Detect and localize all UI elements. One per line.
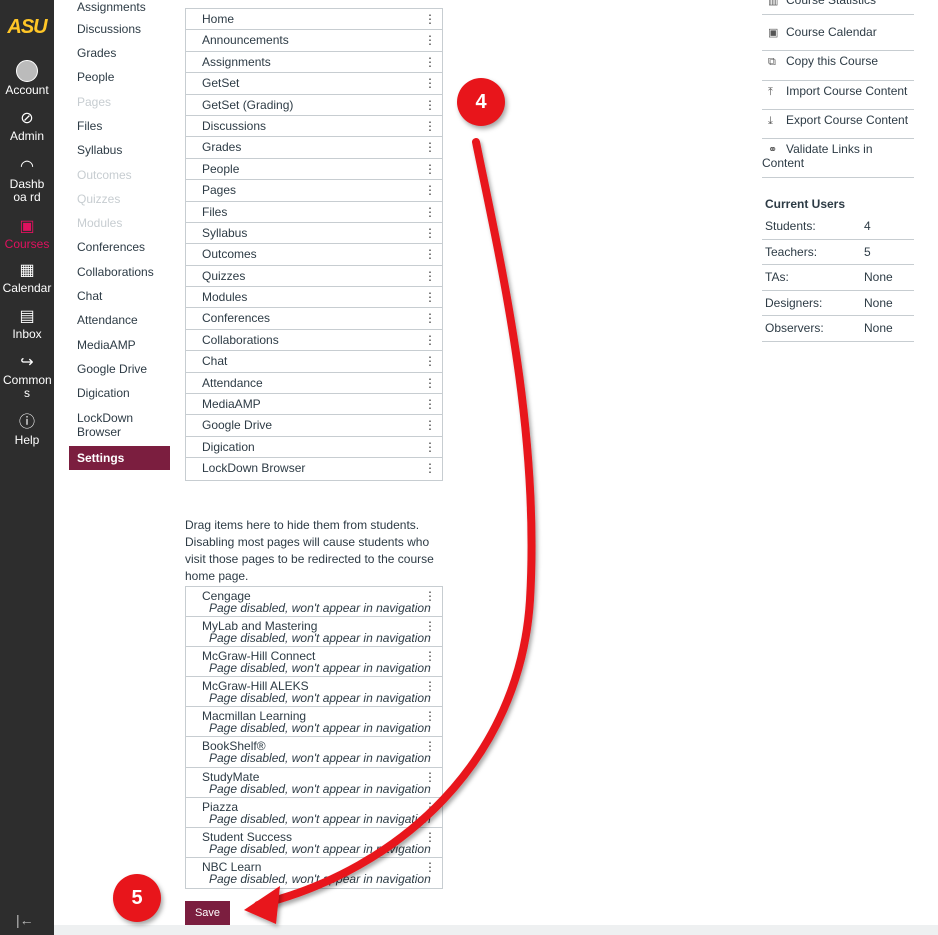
- annotation-arrow: [244, 138, 536, 924]
- step-5-callout: 5: [113, 874, 161, 922]
- step-4-callout: 4: [457, 78, 505, 126]
- annotation-arrow-line: [254, 138, 536, 909]
- annotation-arrow-head: [244, 886, 280, 924]
